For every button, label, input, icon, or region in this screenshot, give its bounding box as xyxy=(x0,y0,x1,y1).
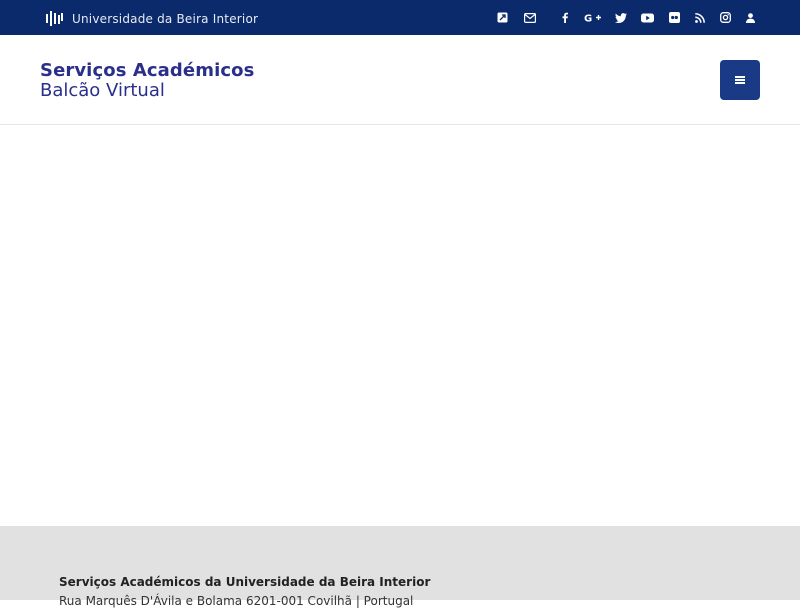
site-footer: Serviços Académicos da Universidade da B… xyxy=(0,526,800,608)
user-icon[interactable] xyxy=(743,10,758,25)
menu-toggle-button[interactable] xyxy=(720,60,760,100)
google-plus-icon[interactable]: G xyxy=(583,10,601,25)
top-bar: Universidade da Beira Interior G xyxy=(0,0,800,35)
footer-title: Serviços Académicos da Universidade da B… xyxy=(59,575,431,589)
instagram-icon[interactable] xyxy=(718,10,733,25)
youtube-icon[interactable] xyxy=(640,10,655,25)
site-header: Serviços Académicos Balcão Virtual xyxy=(0,35,800,125)
envelope-icon[interactable] xyxy=(522,10,537,25)
external-link-icon[interactable] xyxy=(495,10,510,25)
footer-address: Rua Marquês D'Ávila e Bolama 6201-001 Co… xyxy=(59,594,414,608)
svg-text:G: G xyxy=(584,14,592,24)
facebook-icon[interactable] xyxy=(557,10,572,25)
hamburger-menu-icon xyxy=(735,76,745,84)
site-subtitle[interactable]: Balcão Virtual xyxy=(40,80,165,101)
rss-icon[interactable] xyxy=(692,10,707,25)
twitter-icon[interactable] xyxy=(613,10,628,25)
site-title[interactable]: Serviços Académicos xyxy=(40,60,254,81)
main-content xyxy=(0,126,800,526)
flickr-icon[interactable] xyxy=(667,10,682,25)
social-links: G xyxy=(0,0,800,35)
